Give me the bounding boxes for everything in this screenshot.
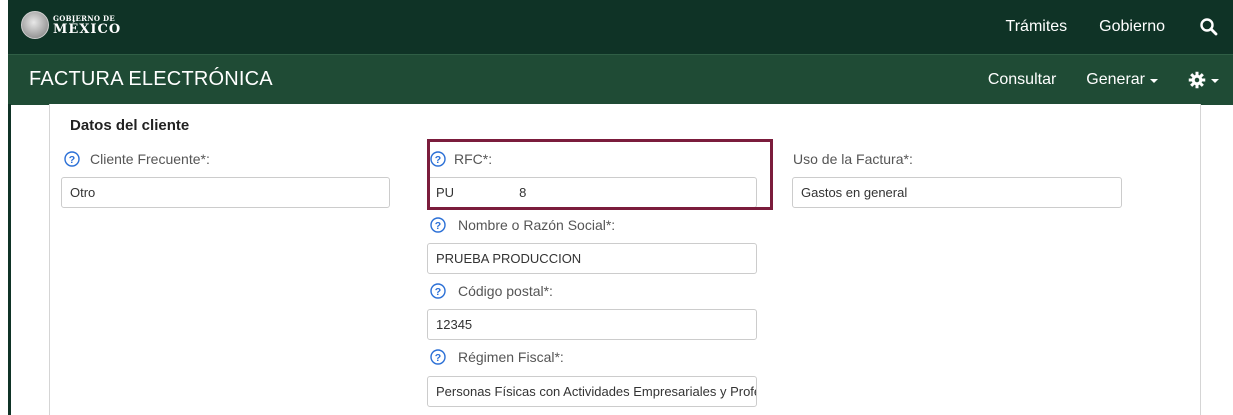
caret-down-icon [1211,79,1219,83]
cliente-frecuente-label: Cliente Frecuente*: [90,151,210,167]
nav-link-gobierno[interactable]: Gobierno [1099,18,1165,36]
svg-text:?: ? [435,220,441,232]
app-navbar: FACTURA ELECTRÓNICA Consultar Generar [8,54,1233,105]
app-title[interactable]: FACTURA ELECTRÓNICA [29,68,273,91]
national-seal-icon [21,11,49,39]
logo-big-text: MÉXICO [53,21,122,37]
uso-factura-label-row: Uso de la Factura*: [793,151,913,167]
help-icon[interactable]: ? [430,349,446,365]
regimen-label: Régimen Fiscal*: [458,349,564,365]
rfc-highlight-box [427,139,773,210]
top-header: GOBIERNO DE MÉXICO Trámites Gobierno [8,0,1233,54]
help-icon[interactable]: ? [430,217,446,233]
help-icon[interactable]: ? [64,151,80,167]
svg-text:?: ? [69,154,75,166]
nav-link-tramites[interactable]: Trámites [1006,18,1068,36]
section-title: Datos del cliente [70,117,190,134]
settings-dropdown[interactable] [1188,71,1219,89]
consultar-link[interactable]: Consultar [988,71,1056,89]
help-icon[interactable]: ? [430,283,446,299]
svg-text:?: ? [435,352,441,364]
gear-icon [1188,71,1206,89]
svg-text:?: ? [435,286,441,298]
generar-dropdown[interactable]: Generar [1086,71,1158,89]
regimen-select[interactable]: Personas Físicas con Actividades Empresa… [427,376,757,407]
codigo-postal-label: Código postal*: [458,283,553,299]
cliente-frecuente-label-row: ? Cliente Frecuente*: [64,151,210,167]
codigo-postal-input[interactable]: 12345 [427,309,757,340]
cliente-frecuente-select[interactable]: Otro [61,177,390,208]
nombre-label-row: ? Nombre o Razón Social*: [430,217,615,233]
search-icon[interactable] [1197,15,1221,39]
uso-factura-select[interactable]: Gastos en general [792,177,1122,208]
generar-label: Generar [1086,71,1145,88]
codigo-postal-label-row: ? Código postal*: [430,283,553,299]
gobierno-logo[interactable]: GOBIERNO DE MÉXICO [21,11,121,39]
left-border [8,104,11,415]
uso-factura-label: Uso de la Factura*: [793,151,913,167]
logo-small-text: GOBIERNO DE [53,13,116,23]
nombre-input[interactable]: PRUEBA PRODUCCION [427,243,757,274]
regimen-label-row: ? Régimen Fiscal*: [430,349,564,365]
caret-down-icon [1150,79,1158,83]
nombre-label: Nombre o Razón Social*: [458,217,616,233]
